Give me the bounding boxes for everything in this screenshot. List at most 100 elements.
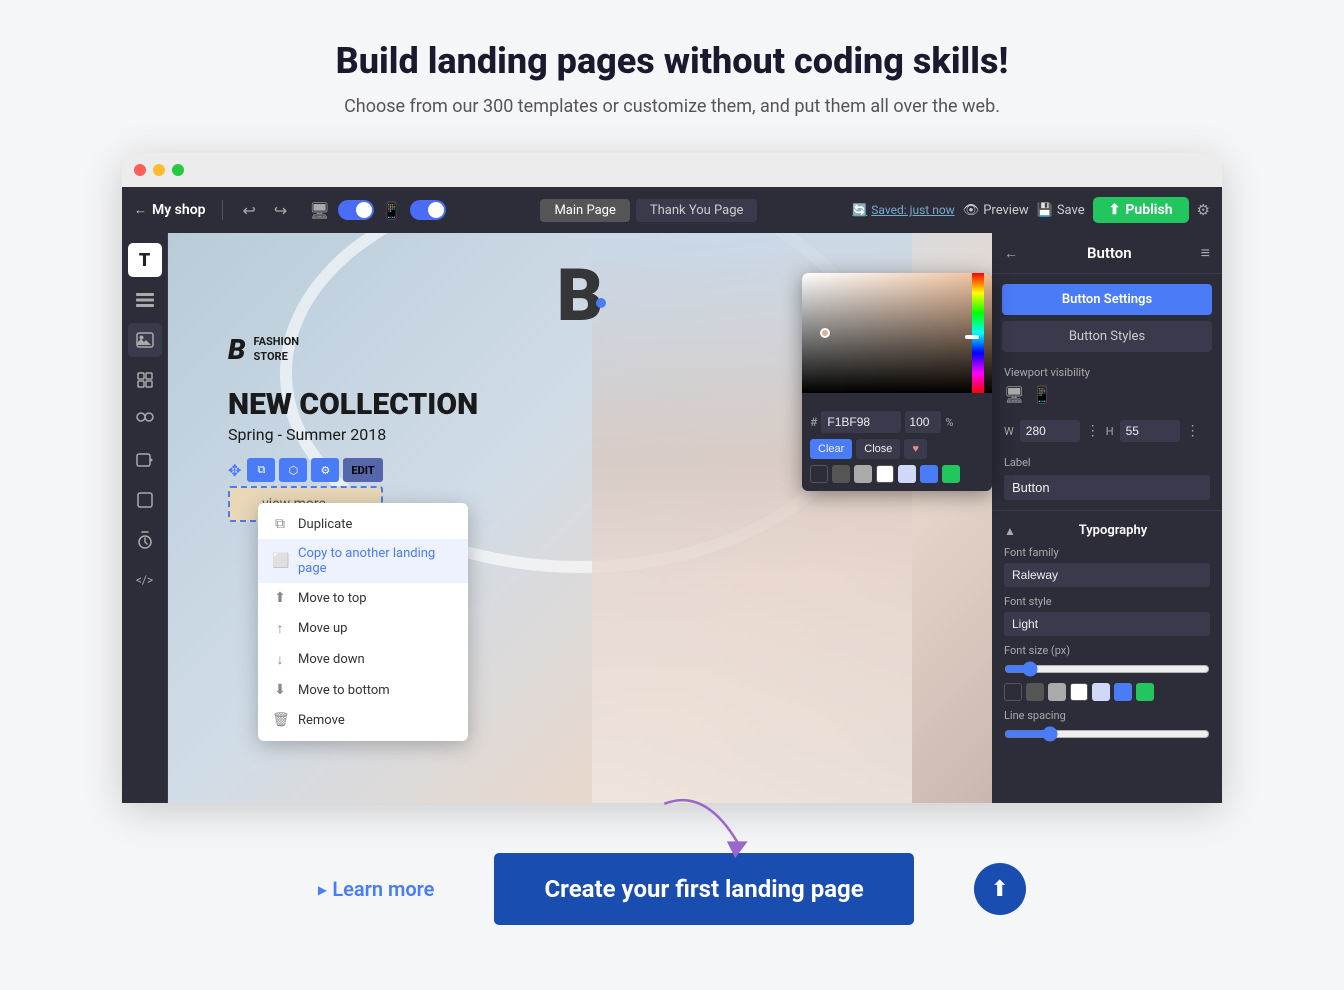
height-stepper[interactable]: ⋮ xyxy=(1186,423,1200,439)
swatch-light-blue[interactable] xyxy=(1092,683,1110,701)
picker-swatch-6[interactable] xyxy=(920,465,938,483)
ctx-move-down[interactable]: ↓ Move down xyxy=(258,644,468,675)
hex-input[interactable] xyxy=(821,411,901,433)
color-picker-gradient-area[interactable] xyxy=(802,273,992,403)
sidebar-container-icon[interactable] xyxy=(128,483,162,517)
hue-bar[interactable] xyxy=(972,273,984,393)
label-field-label: Label xyxy=(1004,456,1210,469)
editor-toolbar: ← My shop ↩ ↪ 🖥 📱 Main Page Thank You Pa… xyxy=(122,187,1222,233)
save-icon: 💾 xyxy=(1037,203,1053,218)
undo-button[interactable]: ↩ xyxy=(239,199,260,222)
arrow-decoration xyxy=(656,793,756,877)
width-input[interactable] xyxy=(1020,420,1080,442)
ctx-remove[interactable]: 🗑 Remove xyxy=(258,705,468,735)
learn-more-arrow-icon: ▸ xyxy=(318,880,326,899)
picker-swatch-4[interactable] xyxy=(876,465,894,483)
typography-section-header[interactable]: ▲ Typography xyxy=(992,515,1222,546)
ctx-duplicate[interactable]: ⧉ Duplicate xyxy=(258,509,468,539)
gradient-cursor[interactable] xyxy=(820,328,830,338)
close-button[interactable]: Close xyxy=(856,439,900,459)
panel-back-button[interactable]: ← xyxy=(1004,245,1018,262)
panel-tabs: Button Settings Button Styles xyxy=(992,274,1222,358)
sidebar-code-icon[interactable]: </> xyxy=(128,563,162,597)
toggle-knob-2 xyxy=(428,202,444,218)
ctx-move-up[interactable]: ↑ Move up xyxy=(258,613,468,644)
tab-button-styles[interactable]: Button Styles xyxy=(1002,321,1212,352)
tab-button-settings[interactable]: Button Settings xyxy=(1002,284,1212,315)
picker-swatch-3[interactable] xyxy=(854,465,872,483)
swatch-dark[interactable] xyxy=(1004,683,1022,701)
upload-icon-button[interactable]: ⬆ xyxy=(974,863,1026,915)
preview-label: Preview xyxy=(983,203,1028,218)
shop-name: My shop xyxy=(152,202,206,218)
canvas-headline-main: NEW COLLECTION xyxy=(228,388,478,421)
picker-swatch-1[interactable] xyxy=(810,465,828,483)
duplicate-icon: ⧉ xyxy=(272,516,288,532)
save-button[interactable]: 💾 Save xyxy=(1037,203,1085,218)
ctrl-settings[interactable]: ⚙ xyxy=(311,458,339,482)
ctx-copy-label: Copy to another landing page xyxy=(298,546,454,576)
ctx-copy-landing[interactable]: ⬜ Copy to another landing page xyxy=(258,539,468,583)
picker-swatch-7[interactable] xyxy=(942,465,960,483)
swatch-gray[interactable] xyxy=(1026,683,1044,701)
panel-menu-icon[interactable]: ≡ xyxy=(1201,243,1210,263)
swatch-green[interactable] xyxy=(1136,683,1154,701)
learn-more-link[interactable]: ▸ Learn more xyxy=(318,877,434,901)
swatch-light-gray[interactable] xyxy=(1048,683,1066,701)
selection-controls: ✥ ⧉ ⬡ ⚙ EDIT xyxy=(228,458,383,482)
back-arrow-icon: ← xyxy=(134,202,147,218)
swatch-white[interactable] xyxy=(1070,683,1088,701)
sidebar-timer-icon[interactable] xyxy=(128,523,162,557)
font-size-slider[interactable] xyxy=(1004,661,1210,677)
toggle-knob xyxy=(356,202,372,218)
desktop-toggle[interactable] xyxy=(338,200,374,220)
hue-cursor[interactable] xyxy=(965,335,979,339)
picker-actions: Clear Close ♥ xyxy=(810,439,984,459)
label-input[interactable] xyxy=(1004,475,1210,500)
viewport-mobile-icon[interactable]: 📱 xyxy=(1032,385,1052,404)
sidebar-text-icon[interactable]: T xyxy=(128,243,162,277)
swatch-blue[interactable] xyxy=(1114,683,1132,701)
eye-icon: 👁 xyxy=(963,203,980,218)
sidebar-icons-icon[interactable] xyxy=(128,403,162,437)
preview-button[interactable]: 👁 Preview xyxy=(963,203,1029,218)
clear-button[interactable]: Clear xyxy=(810,439,852,459)
font-family-input[interactable] xyxy=(1004,563,1210,587)
context-menu: ⧉ Duplicate ⬜ Copy to another landing pa… xyxy=(258,503,468,741)
back-button[interactable]: ← My shop xyxy=(134,202,206,218)
dimensions-section: W ⋮ H ⋮ xyxy=(992,412,1222,456)
picker-swatch-2[interactable] xyxy=(832,465,850,483)
font-style-input[interactable] xyxy=(1004,612,1210,636)
sidebar-elements-icon[interactable] xyxy=(128,363,162,397)
canvas-headline: NEW COLLECTION Spring - Summer 2018 xyxy=(228,388,478,444)
publish-button[interactable]: ⬆ Publish xyxy=(1093,197,1189,223)
viewport-desktop-icon[interactable]: 🖥 xyxy=(1004,385,1024,404)
saved-indicator: 🔄 Saved: just now xyxy=(852,203,954,217)
sidebar-image-icon[interactable] xyxy=(128,323,162,357)
sidebar-video-icon[interactable] xyxy=(128,443,162,477)
tab-main-page[interactable]: Main Page xyxy=(540,199,629,222)
picker-swatch-5[interactable] xyxy=(898,465,916,483)
line-spacing-slider[interactable] xyxy=(1004,726,1210,742)
favorite-button[interactable]: ♥ xyxy=(904,439,927,459)
color-gradient[interactable] xyxy=(802,273,992,393)
height-input[interactable] xyxy=(1120,420,1180,442)
ctrl-move[interactable]: ⬡ xyxy=(279,458,307,482)
move-bottom-icon: ⬇ xyxy=(272,682,288,698)
move-handle-icon[interactable]: ✥ xyxy=(228,461,241,480)
ctx-move-top[interactable]: ⬆ Move to top xyxy=(258,583,468,613)
width-stepper[interactable]: ⋮ xyxy=(1086,423,1100,439)
opacity-input[interactable] xyxy=(905,411,941,433)
brand-text-line1: FASHION xyxy=(254,335,300,349)
mobile-toggle[interactable] xyxy=(410,200,446,220)
tab-thank-you[interactable]: Thank You Page xyxy=(636,199,758,222)
redo-button[interactable]: ↪ xyxy=(270,199,291,222)
ctrl-edit[interactable]: EDIT xyxy=(343,458,382,482)
ctx-move-bottom[interactable]: ⬇ Move to bottom xyxy=(258,675,468,705)
height-label: H xyxy=(1106,425,1114,438)
ctrl-duplicate[interactable]: ⧉ xyxy=(247,458,275,482)
color-swatches xyxy=(1004,683,1210,701)
sidebar-sections-icon[interactable] xyxy=(128,283,162,317)
settings-icon[interactable]: ⚙ xyxy=(1197,201,1210,219)
ctx-move-up-label: Move up xyxy=(298,621,347,636)
